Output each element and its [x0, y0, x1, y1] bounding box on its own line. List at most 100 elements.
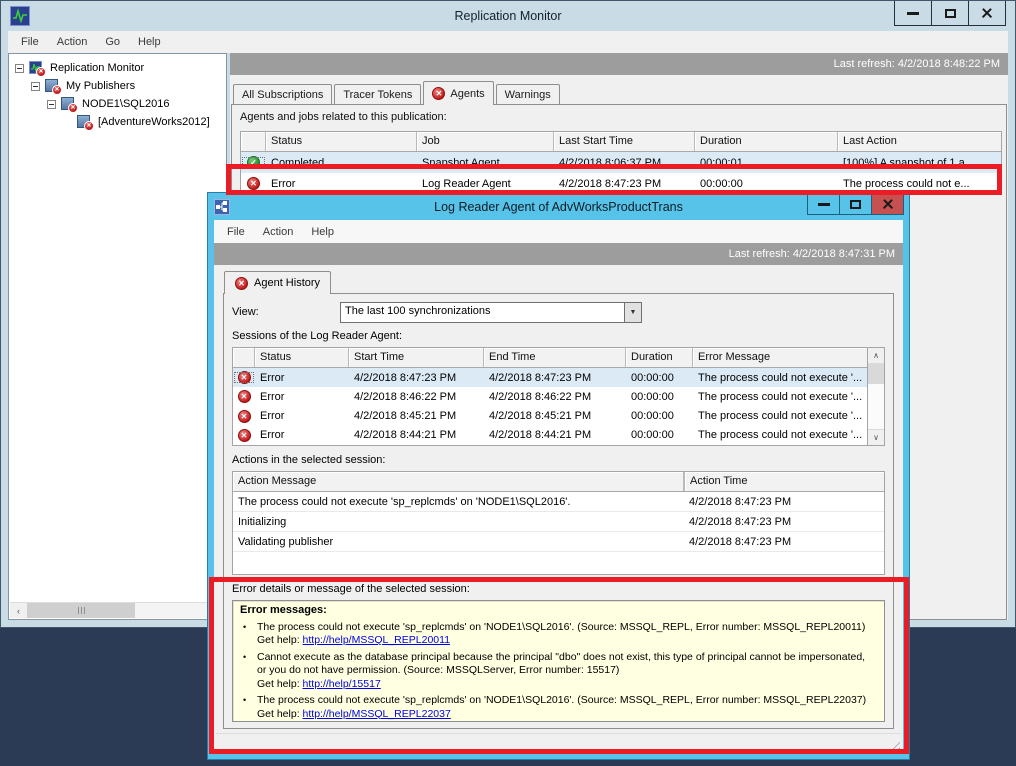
table-row[interactable]: ✓ Completed Snapshot Agent 4/2/2018 8:06… — [241, 152, 1001, 173]
dialog-menu-file[interactable]: File — [218, 226, 254, 238]
close-button[interactable] — [968, 1, 1006, 26]
chevron-down-icon[interactable]: ▼ — [624, 303, 641, 322]
dialog-menu-help[interactable]: Help — [302, 226, 343, 238]
help-link[interactable]: http://help/MSSQL_REPL20011 — [303, 634, 450, 646]
agents-table-header: Status Job Last Start Time Duration Last… — [241, 132, 1001, 152]
error-box-title: Error messages: — [240, 604, 877, 618]
replication-monitor-node-icon: ✕ — [29, 61, 46, 76]
tree-item-replication-monitor[interactable]: ✕ Replication Monitor — [15, 59, 226, 77]
scrollbar-thumb[interactable] — [27, 603, 135, 618]
table-row[interactable]: Validating publisher 4/2/2018 8:47:23 PM — [233, 532, 884, 552]
dialog-status-bar — [216, 733, 901, 753]
col-action-time[interactable]: Action Time — [684, 472, 884, 491]
resize-grip[interactable] — [887, 739, 900, 752]
col-duration[interactable]: Duration — [626, 348, 693, 367]
sessions-vertical-scrollbar[interactable]: ∧ ∨ — [868, 347, 885, 446]
menu-help[interactable]: Help — [129, 36, 170, 48]
minimize-button[interactable] — [894, 1, 932, 26]
tab-agent-history[interactable]: ✕ Agent History — [224, 271, 331, 294]
tree-horizontal-scrollbar[interactable]: ‹ — [10, 602, 225, 618]
dialog-close-button[interactable] — [871, 193, 904, 215]
table-row[interactable]: ✕ Error 4/2/2018 8:44:21 PM 4/2/2018 8:4… — [233, 426, 867, 445]
col-start-time[interactable]: Start Time — [349, 348, 484, 367]
expander-icon[interactable] — [31, 82, 40, 91]
agent-dialog-icon — [214, 199, 230, 215]
main-titlebar: Replication Monitor — [8, 1, 1008, 31]
agents-section-label: Agents and jobs related to this publicat… — [240, 111, 998, 128]
scrollbar-thumb[interactable] — [868, 364, 884, 384]
col-end-time[interactable]: End Time — [484, 348, 626, 367]
actions-table: Action Message Action Time The process c… — [232, 471, 885, 575]
sessions-table: Status Start Time End Time Duration Erro… — [232, 347, 868, 446]
col-last-action[interactable]: Last Action — [838, 132, 1001, 151]
tab-agents[interactable]: ✕ Agents — [423, 81, 493, 105]
main-menubar: File Action Go Help — [8, 31, 1008, 53]
expander-icon[interactable] — [15, 64, 24, 73]
sessions-label: Sessions of the Log Reader Agent: — [232, 330, 885, 345]
dialog-title: Log Reader Agent of AdvWorksProductTrans — [214, 200, 903, 214]
maximize-button[interactable] — [931, 1, 969, 26]
success-icon: ✓ — [247, 156, 260, 169]
error-icon: ✕ — [238, 410, 251, 423]
maximize-icon — [945, 9, 956, 18]
tab-tracer-tokens[interactable]: Tracer Tokens — [334, 84, 421, 104]
scroll-left-icon[interactable]: ‹ — [10, 603, 27, 618]
publication-node-icon: ✕ — [77, 115, 94, 130]
minimize-icon — [907, 12, 919, 15]
col-job[interactable]: Job — [417, 132, 554, 151]
col-error-message[interactable]: Error Message — [693, 348, 867, 367]
col-duration[interactable]: Duration — [695, 132, 838, 151]
publication-tabs: All Subscriptions Tracer Tokens ✕ Agents… — [230, 75, 1008, 104]
menu-go[interactable]: Go — [96, 36, 129, 48]
col-last-start-time[interactable]: Last Start Time — [554, 132, 695, 151]
replication-monitor-app-icon — [10, 6, 30, 26]
col-status[interactable]: Status — [255, 348, 349, 367]
table-row[interactable]: The process could not execute 'sp_replcm… — [233, 492, 884, 512]
scroll-down-icon[interactable]: ∨ — [868, 429, 884, 445]
error-icon: ✕ — [235, 277, 248, 290]
agent-history-panel: View: The last 100 synchronizations ▼ Se… — [223, 293, 894, 729]
dialog-last-refresh-bar: Last refresh: 4/2/2018 8:47:31 PM — [214, 243, 903, 265]
table-row[interactable]: Initializing 4/2/2018 8:47:23 PM — [233, 512, 884, 532]
col-status[interactable]: Status — [266, 132, 417, 151]
dialog-tabs: ✕ Agent History — [214, 265, 903, 293]
menu-action[interactable]: Action — [48, 36, 97, 48]
tab-warnings[interactable]: Warnings — [496, 84, 560, 104]
last-refresh-bar: Last refresh: 4/2/2018 8:48:22 PM — [230, 53, 1008, 75]
table-row[interactable]: ✕ Error Log Reader Agent 4/2/2018 8:47:2… — [241, 173, 1001, 194]
bullet-icon: • — [240, 621, 257, 648]
error-icon: ✕ — [247, 177, 260, 190]
dialog-menubar: File Action Help — [214, 220, 903, 243]
actions-table-header: Action Message Action Time — [233, 472, 884, 492]
expander-icon[interactable] — [47, 100, 56, 109]
error-messages-box: Error messages: • The process could not … — [232, 600, 885, 722]
table-row[interactable]: ✕ Error 4/2/2018 8:46:22 PM 4/2/2018 8:4… — [233, 387, 867, 406]
server-node-icon: ✕ — [61, 97, 78, 112]
tab-all-subscriptions[interactable]: All Subscriptions — [233, 84, 332, 104]
tree-panel: ✕ Replication Monitor ✕ My Publishers ✕ — [8, 53, 227, 620]
dialog-menu-action[interactable]: Action — [254, 226, 303, 238]
view-select[interactable]: The last 100 synchronizations ▼ — [340, 302, 642, 323]
scrollbar-track[interactable] — [868, 384, 884, 429]
tree-label: [AdventureWorks2012] — [98, 116, 210, 128]
menu-file[interactable]: File — [12, 36, 48, 48]
dialog-minimize-button[interactable] — [807, 193, 840, 215]
col-action-message[interactable]: Action Message — [233, 472, 684, 491]
error-icon: ✕ — [238, 390, 251, 403]
help-link[interactable]: http://help/MSSQL_REPL22037 — [303, 708, 451, 720]
tree-item-adventureworks2012[interactable]: ✕ [AdventureWorks2012] — [63, 113, 226, 131]
log-reader-agent-dialog: Log Reader Agent of AdvWorksProductTrans… — [207, 192, 910, 760]
close-icon — [981, 7, 993, 19]
table-row[interactable]: ✕ Error 4/2/2018 8:45:21 PM 4/2/2018 8:4… — [233, 407, 867, 426]
error-message-item: • Cannot execute as the database princip… — [240, 651, 877, 692]
error-message-item: • The process could not execute 'sp_repl… — [240, 694, 877, 721]
minimize-icon — [818, 203, 830, 206]
tree-item-my-publishers[interactable]: ✕ My Publishers — [31, 77, 226, 95]
scroll-up-icon[interactable]: ∧ — [868, 348, 884, 364]
close-icon — [882, 198, 894, 210]
help-link[interactable]: http://help/15517 — [303, 678, 381, 690]
tree-item-node1-sql2016[interactable]: ✕ NODE1\SQL2016 — [47, 95, 226, 113]
dialog-maximize-button[interactable] — [839, 193, 872, 215]
tree-label: My Publishers — [66, 80, 135, 92]
table-row[interactable]: ✕ Error 4/2/2018 8:47:23 PM 4/2/2018 8:4… — [233, 368, 867, 387]
